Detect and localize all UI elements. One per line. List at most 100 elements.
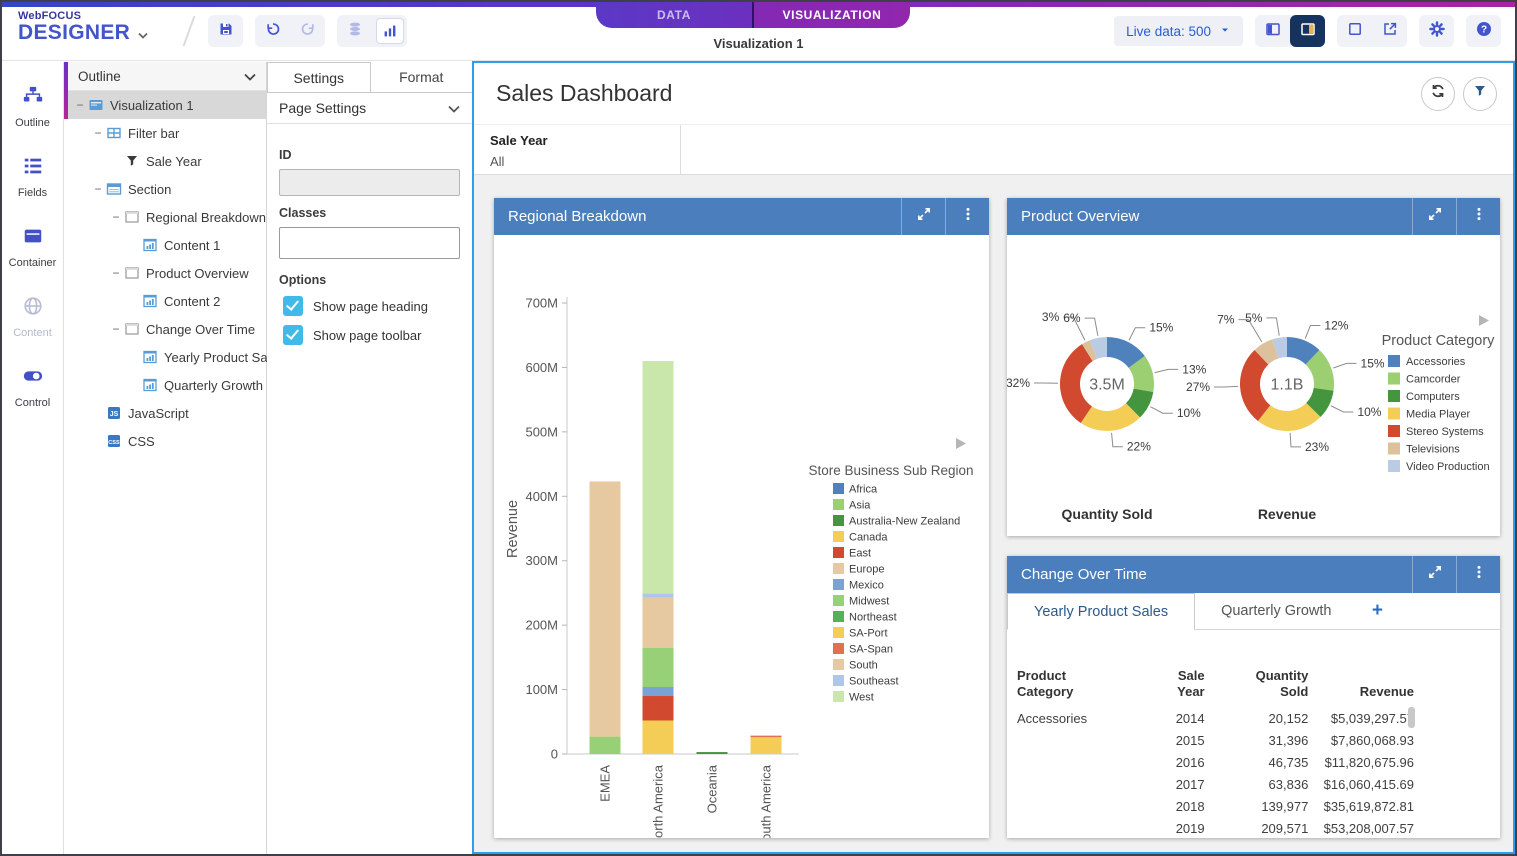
sidebar-item-outline[interactable]: Outline — [2, 72, 63, 142]
table-cell: 46,735 — [1205, 755, 1309, 770]
sale-year-filter[interactable]: Sale Year All — [474, 125, 681, 174]
tree-item-visualization-1[interactable]: −Visualization 1 — [64, 91, 266, 119]
collapse-toggle[interactable]: − — [72, 98, 88, 112]
tree-item-quarterly-growth[interactable]: Quarterly Growth — [64, 371, 266, 399]
top-toolbar: WebFOCUS DESIGNER DATA VISUALIZATION Vis… — [2, 2, 1515, 61]
svg-text:27%: 27% — [1186, 380, 1210, 394]
tree-item-regional-breakdown[interactable]: −Regional Breakdown — [64, 203, 266, 231]
menu-kebab-button[interactable] — [945, 198, 989, 235]
tab-visualization[interactable]: VISUALIZATION — [754, 2, 910, 28]
tree-item-change-over-time[interactable]: −Change Over Time — [64, 315, 266, 343]
table-row: 2018139,977$35,619,872.81 — [1017, 795, 1414, 817]
collapse-toggle[interactable]: − — [90, 182, 106, 196]
tree-item-label: Quarterly Growth — [164, 378, 263, 393]
tab-settings[interactable]: Settings — [267, 62, 371, 92]
svg-text:CSS: CSS — [108, 440, 120, 446]
panel-left-button[interactable] — [1255, 15, 1290, 47]
open-new-window-button[interactable] — [1372, 15, 1407, 47]
panel-right-button[interactable] — [1290, 15, 1325, 47]
collapse-toggle[interactable]: − — [108, 266, 124, 280]
filter-funnel-icon — [1472, 83, 1488, 104]
tree-item-sale-year[interactable]: Sale Year — [64, 147, 266, 175]
filter-label: Sale Year — [490, 133, 680, 148]
tab-yearly-product-sales[interactable]: Yearly Product Sales — [1007, 593, 1195, 630]
classes-field[interactable] — [279, 227, 460, 259]
svg-text:23%: 23% — [1305, 440, 1329, 454]
table-cell: $53,208,007.57 — [1308, 821, 1414, 836]
maximize-button[interactable] — [1337, 15, 1372, 47]
svg-text:32%: 32% — [1007, 376, 1030, 390]
product-overview-header: Product Overview — [1007, 198, 1500, 235]
collapse-toggle[interactable]: − — [108, 210, 124, 224]
tree-item-label: Product Overview — [146, 266, 249, 281]
checkbox-show-page-toolbar[interactable]: Show page toolbar — [283, 325, 460, 345]
svg-text:0: 0 — [551, 747, 558, 762]
table-cell: 139,977 — [1205, 799, 1309, 814]
tree-item-content-1[interactable]: Content 1 — [64, 231, 266, 259]
svg-text:600M: 600M — [525, 360, 558, 375]
tree-item-javascript[interactable]: JSJavaScript — [64, 399, 266, 427]
menu-kebab-icon — [1471, 206, 1487, 227]
refresh-button[interactable] — [1421, 77, 1455, 111]
svg-text:Southeast: Southeast — [849, 676, 899, 688]
page-canvas: Sales Dashboard Sale Year All Regional B… — [472, 61, 1515, 854]
table-row: 2019209,571$53,208,007.57 — [1017, 817, 1414, 839]
settings-gear-button[interactable] — [1419, 15, 1454, 47]
page-settings-header[interactable]: Page Settings — [267, 93, 472, 124]
svg-text:Media Player: Media Player — [1406, 409, 1471, 421]
collapse-toggle[interactable]: − — [90, 126, 106, 140]
chevron-down-icon[interactable] — [244, 69, 256, 84]
expand-icon — [916, 206, 932, 227]
classes-label: Classes — [279, 206, 460, 220]
tree-item-content-2[interactable]: Content 2 — [64, 287, 266, 315]
tree-item-css[interactable]: CSSCSS — [64, 427, 266, 455]
checkbox-checked-icon[interactable] — [283, 325, 303, 345]
filter-funnel-icon — [124, 153, 140, 169]
live-data-dropdown[interactable]: Live data: 500 — [1114, 16, 1243, 46]
page-filter-bar: Sale Year All — [474, 124, 1513, 175]
filter-funnel-button[interactable] — [1463, 77, 1497, 111]
expand-button[interactable] — [1412, 556, 1456, 593]
tree-item-yearly-product-sales[interactable]: Yearly Product Sales — [64, 343, 266, 371]
table-scrollbar-thumb[interactable] — [1408, 707, 1415, 728]
svg-text:300M: 300M — [525, 553, 558, 568]
outline-panel-header[interactable]: Outline — [64, 62, 266, 91]
tree-item-section[interactable]: −Section — [64, 175, 266, 203]
checkbox-show-page-heading[interactable]: Show page heading — [283, 296, 460, 316]
tab-data[interactable]: DATA — [596, 2, 754, 28]
help-button[interactable]: ? — [1466, 15, 1501, 47]
sidebar-item-fields[interactable]: Fields — [2, 142, 63, 212]
chevron-down-icon[interactable] — [448, 100, 460, 116]
menu-kebab-button[interactable] — [1456, 556, 1500, 593]
sidebar-item-content[interactable]: Content — [2, 282, 63, 352]
product-overview-panel: Product Overview 15%13%10%22%32%3%6%3.5M… — [1007, 198, 1500, 536]
menu-kebab-button[interactable] — [1456, 198, 1500, 235]
checkbox-checked-icon[interactable] — [283, 296, 303, 316]
svg-text:Computers: Computers — [1406, 391, 1460, 403]
table-cell: $5,039,297.57 — [1308, 711, 1414, 726]
expand-button[interactable] — [1412, 198, 1456, 235]
expand-button[interactable] — [901, 198, 945, 235]
id-field[interactable] — [279, 169, 460, 196]
svg-text:Product Category: Product Category — [1382, 333, 1496, 349]
svg-text:700M: 700M — [525, 296, 558, 311]
svg-text:10%: 10% — [1357, 405, 1381, 419]
tab-format[interactable]: Format — [371, 62, 473, 92]
collapse-toggle[interactable]: − — [108, 322, 124, 336]
add-tab-button[interactable]: + — [1357, 593, 1397, 629]
svg-text:100M: 100M — [525, 682, 558, 697]
container-box-icon — [22, 225, 44, 252]
sidebar-item-container[interactable]: Container — [2, 212, 63, 282]
table-cell: 20,152 — [1205, 711, 1309, 726]
table-cell: 2014 — [1121, 711, 1205, 726]
css-icon: CSS — [106, 433, 122, 449]
live-data-label: Live data: 500 — [1126, 24, 1211, 39]
tree-item-filter-bar[interactable]: −Filter bar — [64, 119, 266, 147]
outline-tree: −Visualization 1−Filter barSale Year−Sec… — [64, 91, 266, 455]
svg-text:South: South — [849, 660, 878, 672]
sidebar-item-control[interactable]: Control — [2, 352, 63, 422]
tab-quarterly-growth[interactable]: Quarterly Growth — [1195, 593, 1357, 629]
table-cell: 2018 — [1121, 799, 1205, 814]
change-over-time-tabs: Yearly Product SalesQuarterly Growth+ — [1007, 593, 1500, 630]
tree-item-product-overview[interactable]: − Product Overview — [64, 259, 266, 287]
